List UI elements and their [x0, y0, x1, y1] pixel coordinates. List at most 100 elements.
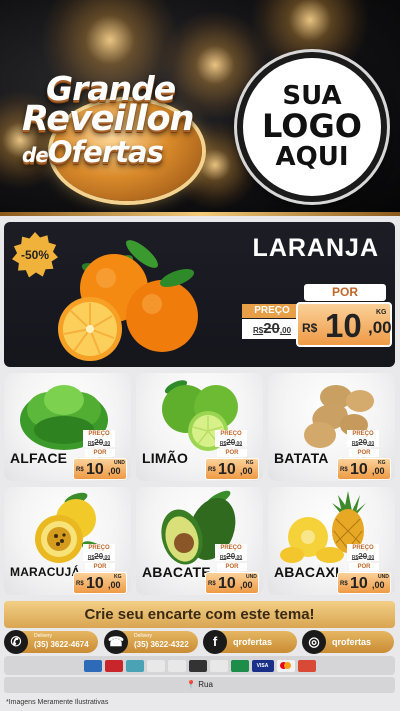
cta-banner[interactable]: Crie seu encarte com este tema! [4, 601, 395, 628]
card-icon [167, 659, 186, 672]
location-pin-icon: 📍 [186, 680, 197, 689]
facebook-handle: qrofertas [233, 637, 273, 647]
mastercard-icon [276, 659, 295, 672]
card-icon [83, 659, 102, 672]
visa-icon: VISA [251, 659, 274, 672]
old-price: R$20,00 [83, 438, 115, 447]
product-name: ALFACE [10, 450, 68, 466]
old-price: R$20,00 [347, 438, 379, 447]
product-name: LIMÃO [142, 450, 189, 466]
card-icon [104, 659, 123, 672]
title-de-ofertas: deOfertas [22, 135, 164, 169]
product-price-box: PREÇO R$20,00 POR R$ 10 UND ,00 [205, 544, 259, 594]
price-decimal: ,00 [108, 580, 121, 590]
price-decimal: ,00 [372, 466, 385, 476]
price-decimal: ,00 [108, 466, 121, 476]
new-price: R$ 10 UND ,00 [205, 572, 259, 594]
product-name: ABACATE [142, 564, 211, 580]
product-price-box: PREÇO R$20,00 POR R$ 10 UND ,00 [337, 544, 391, 594]
disclaimer: *Imagens Meramente Ilustrativas [6, 699, 109, 706]
old-price-dec: ,00 [235, 555, 243, 561]
instagram-handle: qrofertas [332, 637, 372, 647]
old-price-int: 20 [358, 438, 368, 447]
por-label: POR [85, 449, 115, 457]
featured-product-name: LARANJA [252, 234, 379, 262]
por-label: POR [217, 563, 247, 571]
address-bar: 📍 Rua [4, 677, 395, 693]
price-integer: 10 [86, 575, 104, 592]
header-divider [0, 212, 400, 216]
product-name: BATATA [274, 450, 329, 466]
logo-text-aqui: AQUI [275, 141, 349, 172]
new-price: R$ 10 KG ,00 [296, 302, 392, 347]
new-price: R$ 10 UND ,00 [337, 572, 391, 594]
currency-symbol: R$ [340, 467, 348, 473]
phone-contact[interactable]: ☎ Delivery (35) 3622-4322 [104, 630, 198, 654]
preco-label: PREÇO [215, 544, 247, 552]
title-ofertas: Ofertas [47, 135, 164, 169]
old-price: R$20,00 [347, 552, 379, 561]
old-price-dec: ,00 [367, 441, 375, 447]
currency-symbol: R$ [76, 581, 84, 587]
product-price-box: PREÇO R$20,00 POR R$ 10 UND ,00 [73, 430, 127, 480]
preco-label: PREÇO [242, 304, 302, 318]
title-reveillon: Reveillon [22, 99, 194, 139]
product-card-limao: LIMÃO PREÇO R$20,00 POR R$ 10 KG ,00 [136, 373, 263, 481]
whatsapp-label: Delivery [34, 633, 53, 639]
price-integer: 10 [325, 307, 362, 344]
price-decimal: ,00 [368, 318, 392, 337]
product-price-box: PREÇO R$20,00 POR R$ 10 KG ,00 [73, 544, 127, 594]
price-unit: KG [376, 309, 387, 316]
old-price: R$20,00 [83, 552, 115, 561]
old-price: R$20,00 [215, 438, 247, 447]
product-name: ABACAXI [274, 564, 340, 580]
old-price-int: 20 [94, 438, 104, 447]
featured-price-box: POR PREÇO R$20,00 R$ 10 KG ,00 [238, 284, 396, 354]
phone-icon: ☎ [104, 630, 128, 654]
logo-text-sua: SUA [282, 80, 342, 111]
new-price: R$ 10 UND ,00 [73, 458, 127, 480]
whatsapp-contact[interactable]: ✆ Delivery (35) 3622-4674 [4, 630, 98, 654]
whatsapp-number: (35) 3622-4674 [34, 640, 89, 649]
por-label: POR [217, 449, 247, 457]
header-banner: Grande Reveillon deOfertas SUA LOGO AQUI [0, 0, 400, 214]
facebook-contact[interactable]: f qrofertas [203, 630, 297, 654]
card-icon [188, 659, 207, 672]
card-icon [230, 659, 249, 672]
orange-image [58, 240, 198, 361]
instagram-contact[interactable]: ◎ qrofertas [302, 630, 394, 654]
old-price-dec: ,00 [103, 555, 111, 561]
currency-symbol: R$ [302, 321, 318, 335]
product-card-alface: ALFACE PREÇO R$20,00 POR R$ 10 UND ,00 [4, 373, 131, 481]
facebook-icon: f [203, 630, 227, 654]
card-icon [209, 659, 228, 672]
address-text: Rua [198, 680, 213, 689]
logo-text-logo: LOGO [262, 107, 362, 146]
logo-placeholder: SUA LOGO AQUI [237, 52, 387, 202]
product-card-abacaxi: ABACAXI PREÇO R$20,00 POR R$ 10 UND ,00 [268, 487, 395, 595]
price-integer: 10 [218, 575, 236, 592]
price-integer: 10 [86, 461, 104, 478]
product-price-box: PREÇO R$20,00 POR R$ 10 KG ,00 [205, 430, 259, 480]
currency-symbol: R$ [208, 581, 216, 587]
currency-symbol: R$ [340, 581, 348, 587]
preco-label: PREÇO [347, 544, 379, 552]
old-price-int: 20 [263, 320, 280, 337]
price-integer: 10 [350, 461, 368, 478]
phone-label: Delivery [134, 633, 153, 639]
old-price-int: 20 [226, 438, 236, 447]
por-label: POR [349, 449, 379, 457]
old-price-dec: ,00 [235, 441, 243, 447]
old-price-currency: R$ [252, 326, 264, 335]
preco-label: PREÇO [347, 430, 379, 438]
card-icon [125, 659, 144, 672]
instagram-icon: ◎ [302, 630, 326, 654]
phone-number: (35) 3622-4322 [134, 640, 189, 649]
new-price: R$ 10 KG ,00 [337, 458, 391, 480]
old-price-dec: ,00 [367, 555, 375, 561]
product-price-box: PREÇO R$20,00 POR R$ 10 KG ,00 [337, 430, 391, 480]
price-integer: 10 [350, 575, 368, 592]
old-price-dec: ,00 [279, 326, 292, 335]
old-price-int: 20 [358, 552, 368, 561]
hipercard-icon [297, 659, 316, 672]
